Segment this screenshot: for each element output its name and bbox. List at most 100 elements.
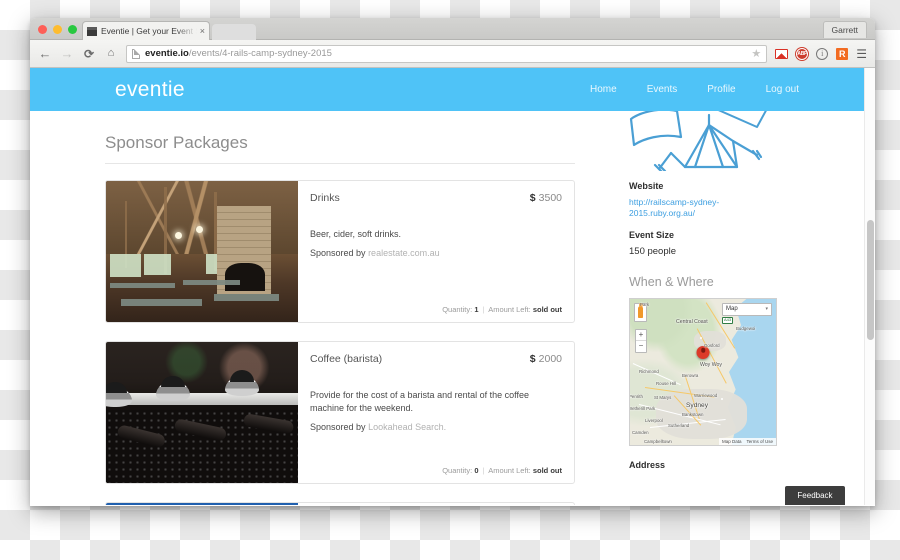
- site-logo[interactable]: eventie: [115, 78, 185, 102]
- website-link[interactable]: http://railscamp-sydney-2015.ruby.org.au…: [629, 197, 733, 220]
- site-header: eventie Home Events Profile Log out: [30, 68, 875, 111]
- address-bar[interactable]: eventie.io/events/4-rails-camp-sydney-20…: [126, 44, 768, 63]
- map-place-label: Penrith: [629, 393, 643, 399]
- scrollbar-thumb[interactable]: [867, 220, 874, 340]
- map-data-link[interactable]: Map Data: [722, 439, 742, 444]
- home-icon[interactable]: ⌂: [104, 48, 118, 59]
- package-details: Coffee (barista) $2000 Provide for the c…: [298, 342, 574, 483]
- back-icon[interactable]: ←: [38, 47, 52, 60]
- gmail-extension-icon[interactable]: [775, 48, 789, 59]
- package-card-transport[interactable]: Transport $2000: [105, 502, 575, 505]
- map-credits: Map Data Terms of Use: [718, 437, 776, 445]
- map-place-label: Berowra: [682, 372, 699, 378]
- browser-profile-button[interactable]: Garrett: [822, 21, 867, 38]
- package-sponsor: Sponsored by Lookahead Search.: [310, 422, 562, 432]
- chevron-down-icon: ▾: [765, 306, 768, 313]
- adblock-plus-extension-icon[interactable]: ABP: [796, 47, 809, 60]
- map-place-label: Warriewood: [694, 392, 718, 398]
- event-sidebar: Website http://railscamp-sydney-2015.rub…: [615, 111, 875, 505]
- website-label: Website: [629, 181, 664, 191]
- page-content: Sponsor Packages Drinks $ 3500 Beer, cid…: [30, 111, 875, 505]
- r-extension-icon[interactable]: R: [836, 47, 849, 60]
- map-zoom-controls[interactable]: + −: [635, 328, 647, 353]
- currency-symbol: $: [529, 353, 536, 365]
- info-extension-icon[interactable]: i: [816, 47, 829, 60]
- package-price: $3500: [530, 192, 562, 204]
- quantity-value: 1: [474, 305, 479, 314]
- sponsored-by-label: Sponsored by: [310, 248, 366, 259]
- package-name: Coffee (barista): [310, 353, 383, 365]
- location-map[interactable]: A43 Map ▾ + − Map Data Terms of Use Cent…: [629, 297, 777, 446]
- page-title: Sponsor Packages: [105, 133, 248, 152]
- reload-icon[interactable]: ⟳: [82, 48, 96, 60]
- close-window-button[interactable]: [38, 25, 47, 34]
- browser-tab-active[interactable]: Eventie | Get your Event S ×: [82, 21, 210, 40]
- bookmark-star-icon[interactable]: ★: [751, 47, 761, 60]
- map-place-label: Rouse Hill: [656, 380, 677, 386]
- package-card-drinks[interactable]: Drinks $3500 Beer, cider, soft drinks. S…: [105, 180, 575, 323]
- map-type-selector[interactable]: Map ▾: [722, 302, 772, 316]
- map-place-label: Woy Woy: [700, 361, 723, 368]
- package-thumbnail: [106, 181, 298, 322]
- highway-shield: A43: [722, 316, 734, 324]
- package-header: Coffee (barista) $2000: [310, 353, 562, 365]
- map-place-label: Camden: [632, 429, 649, 435]
- url-path: /events/4-rails-camp-sydney-2015: [188, 48, 332, 59]
- close-tab-icon[interactable]: ×: [197, 26, 205, 36]
- page-scrollbar[interactable]: [864, 68, 875, 505]
- url-text: eventie.io/events/4-rails-camp-sydney-20…: [145, 48, 332, 59]
- title-divider: [105, 163, 575, 164]
- nav-link-profile[interactable]: Profile: [707, 84, 735, 95]
- favicon-icon: [87, 26, 97, 36]
- tab-title: Eventie | Get your Event S: [101, 26, 197, 36]
- minimize-window-button[interactable]: [53, 25, 62, 34]
- new-tab-area[interactable]: [212, 24, 256, 40]
- browser-tab-strip: Eventie | Get your Event S × Garrett: [30, 18, 875, 40]
- package-card-coffee[interactable]: Coffee (barista) $2000 Provide for the c…: [105, 341, 575, 484]
- package-price: $2000: [530, 353, 562, 365]
- sky-and-trees-photo: [106, 503, 298, 505]
- zoom-in-button[interactable]: +: [636, 330, 646, 341]
- terms-of-use-link[interactable]: Terms of Use: [746, 439, 773, 444]
- browser-toolbar: ← → ⟳ ⌂ eventie.io/events/4-rails-camp-s…: [30, 40, 875, 68]
- map-place-label: Wetherill Park: [629, 405, 656, 411]
- amount-left-label: Amount Left:: [488, 466, 531, 475]
- nav-link-events[interactable]: Events: [647, 84, 678, 95]
- page-info-icon[interactable]: [132, 48, 140, 59]
- package-meta: Quantity: 1 | Amount Left: sold out: [310, 295, 562, 314]
- package-description: Beer, cider, soft drinks.: [310, 229, 402, 239]
- map-type-label: Map: [726, 306, 738, 313]
- when-and-where-heading: When & Where: [629, 274, 714, 289]
- nav-link-logout[interactable]: Log out: [766, 84, 799, 95]
- package-header: Drinks $3500: [310, 192, 562, 204]
- tent-sketch-illustration: [629, 111, 767, 171]
- meta-separator: |: [482, 305, 485, 314]
- sponsor-name[interactable]: Lookahead Search.: [368, 422, 446, 432]
- maximize-window-button[interactable]: [68, 25, 77, 34]
- package-thumbnail: [106, 342, 298, 483]
- forward-icon: →: [60, 46, 74, 61]
- feedback-button[interactable]: Feedback: [785, 486, 845, 505]
- nav-link-home[interactable]: Home: [590, 84, 617, 95]
- map-place-label: Park: [640, 301, 650, 307]
- browser-menu-icon[interactable]: ☰: [856, 48, 867, 60]
- package-description: Provide for the cost of a barista and re…: [310, 390, 529, 414]
- currency-symbol: $: [529, 192, 536, 204]
- address-label: Address: [629, 459, 666, 470]
- amount-left-value: sold out: [532, 305, 562, 314]
- package-details: Transport $2000: [298, 503, 574, 505]
- package-thumbnail: [106, 503, 298, 505]
- event-size-value: 150 people: [629, 245, 677, 257]
- camp-dining-hall-photo: [106, 181, 298, 322]
- quantity-label: Quantity:: [442, 305, 473, 314]
- map-place-label: Richmond: [639, 368, 659, 374]
- amount-left-label: Amount Left:: [488, 305, 531, 314]
- map-place-label: St Marys: [654, 394, 672, 400]
- sponsor-name[interactable]: realestate.com.au: [368, 248, 440, 258]
- meta-separator: |: [482, 466, 485, 475]
- map-place-label: Gosford: [704, 342, 720, 348]
- map-place-label: Sydney: [686, 401, 708, 409]
- package-meta: Quantity: 0 | Amount Left: sold out: [310, 456, 562, 475]
- zoom-out-button[interactable]: −: [636, 341, 646, 352]
- package-details: Drinks $3500 Beer, cider, soft drinks. S…: [298, 181, 574, 322]
